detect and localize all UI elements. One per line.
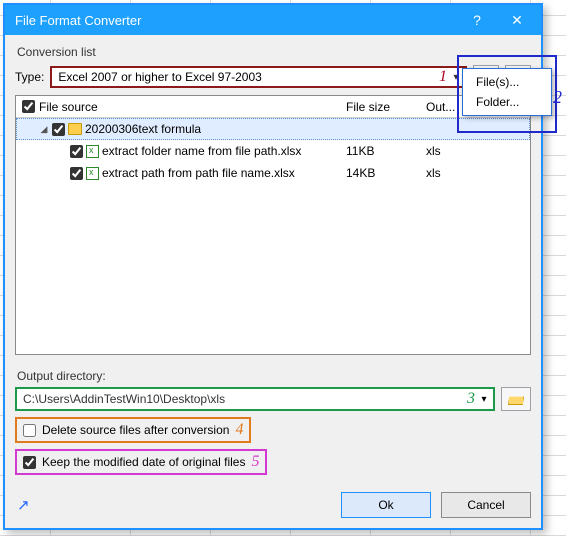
titlebar: File Format Converter ? ✕ — [5, 5, 541, 35]
file-list: File source File size Out... ◢ 20200306t… — [15, 95, 531, 355]
collapse-icon[interactable]: ◢ — [39, 124, 49, 135]
folder-icon — [68, 123, 82, 135]
header-file-source[interactable]: File source — [16, 100, 346, 114]
type-combo[interactable]: Excel 2007 or higher to Excel 97-2003 1 … — [50, 66, 467, 88]
add-menu: File(s)... Folder... — [462, 68, 552, 116]
type-label: Type: — [15, 70, 44, 84]
annotation-number-5: 5 — [251, 453, 259, 471]
file-size: 11KB — [346, 144, 426, 158]
output-row: C:\Users\AddinTestWin10\Desktop\xls 3 ▾ — [15, 387, 531, 411]
window-title: File Format Converter — [15, 13, 457, 28]
output-path-combo[interactable]: C:\Users\AddinTestWin10\Desktop\xls 3 ▾ — [15, 387, 495, 411]
file-out: xls — [426, 144, 530, 158]
file-size: 14KB — [346, 166, 426, 180]
file-name: extract folder name from file path.xlsx — [102, 144, 301, 158]
help-button[interactable]: ? — [457, 5, 497, 35]
file-checkbox[interactable] — [70, 167, 83, 180]
delete-source-label: Delete source files after conversion — [42, 423, 229, 437]
file-name: extract path from path file name.xlsx — [102, 166, 295, 180]
close-button[interactable]: ✕ — [497, 5, 537, 35]
output-path-value: C:\Users\AddinTestWin10\Desktop\xls — [17, 392, 467, 406]
file-checkbox[interactable] — [70, 145, 83, 158]
ok-button[interactable]: Ok — [341, 492, 431, 518]
header-checkbox[interactable] — [22, 100, 35, 113]
keep-date-label: Keep the modified date of original files — [42, 455, 245, 469]
footer: ↗ Ok Cancel — [15, 478, 531, 518]
add-menu-folder[interactable]: Folder... — [466, 92, 548, 112]
annotation-number-2: 2 — [553, 87, 562, 108]
open-folder-icon — [508, 393, 524, 405]
output-directory-label: Output directory: — [17, 369, 531, 383]
conversion-list-label: Conversion list — [17, 45, 531, 59]
browse-folder-button[interactable] — [501, 387, 531, 411]
dialog-body: Conversion list Type: Excel 2007 or high… — [5, 35, 541, 528]
folder-name: 20200306text formula — [85, 122, 201, 136]
folder-row[interactable]: ◢ 20200306text formula — [16, 118, 530, 140]
cancel-button[interactable]: Cancel — [441, 492, 531, 518]
list-body: ◢ 20200306text formula extract folder na… — [16, 118, 530, 354]
header-source-label: File source — [39, 100, 98, 114]
annotation-number-3: 3 — [467, 390, 475, 408]
header-file-size[interactable]: File size — [346, 100, 426, 114]
keep-date-checkbox[interactable] — [23, 456, 36, 469]
folder-checkbox[interactable] — [52, 123, 65, 136]
file-row[interactable]: extract path from path file name.xlsx 14… — [16, 162, 530, 184]
delete-source-option[interactable]: Delete source files after conversion 4 — [15, 417, 251, 443]
file-out: xls — [426, 166, 530, 180]
excel-icon — [86, 145, 99, 158]
type-combo-value: Excel 2007 or higher to Excel 97-2003 — [52, 70, 439, 84]
chevron-down-icon: ▾ — [475, 394, 493, 405]
external-link-icon[interactable]: ↗ — [17, 496, 30, 514]
add-menu-files[interactable]: File(s)... — [466, 72, 548, 92]
type-row: Type: Excel 2007 or higher to Excel 97-2… — [15, 65, 531, 89]
list-header: File source File size Out... — [16, 96, 530, 118]
delete-source-checkbox[interactable] — [23, 424, 36, 437]
keep-date-option[interactable]: Keep the modified date of original files… — [15, 449, 267, 475]
annotation-number-1: 1 — [439, 68, 447, 86]
annotation-number-4: 4 — [235, 421, 243, 439]
excel-icon — [86, 167, 99, 180]
file-row[interactable]: extract folder name from file path.xlsx … — [16, 140, 530, 162]
